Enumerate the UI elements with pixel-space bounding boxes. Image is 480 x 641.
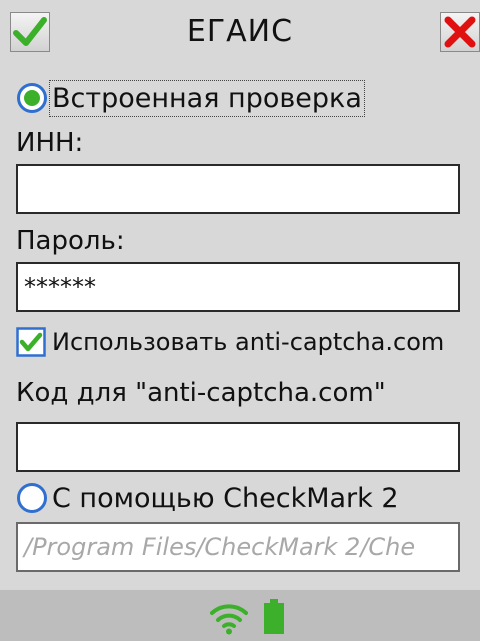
radio-builtin-check-label: Встроенная проверка: [49, 79, 365, 117]
title-bar: ЕГАИС: [0, 0, 480, 64]
check-icon: [13, 17, 47, 46]
anticaptcha-code-label: Код для "anti-captcha.com": [16, 378, 386, 408]
radio-checkmark-label: С помощью CheckMark 2: [52, 482, 399, 514]
checkbox-checked-icon[interactable]: [16, 327, 46, 357]
inn-input[interactable]: [16, 164, 460, 214]
wifi-icon: [210, 604, 248, 635]
ok-button[interactable]: [10, 12, 50, 52]
close-icon: [444, 16, 476, 48]
inn-label: ИНН:: [16, 128, 84, 158]
password-input[interactable]: ******: [16, 262, 460, 312]
page-title: ЕГАИС: [186, 14, 294, 49]
password-label: Пароль:: [16, 226, 125, 256]
radio-unselected-icon: [17, 483, 47, 513]
anticaptcha-checkbox-row[interactable]: Использовать anti-captcha.com: [16, 324, 444, 360]
anticaptcha-checkbox-label: Использовать anti-captcha.com: [52, 328, 445, 356]
checkmark-path-input[interactable]: /Program Files/CheckMark 2/Che: [16, 522, 460, 572]
radio-builtin-check[interactable]: Встроенная проверка: [16, 78, 365, 118]
anticaptcha-code-input[interactable]: [16, 422, 460, 472]
battery-icon: [264, 599, 284, 634]
close-button[interactable]: [440, 12, 480, 52]
radio-checkmark[interactable]: С помощью CheckMark 2: [16, 478, 399, 518]
radio-selected-icon: [17, 83, 47, 113]
